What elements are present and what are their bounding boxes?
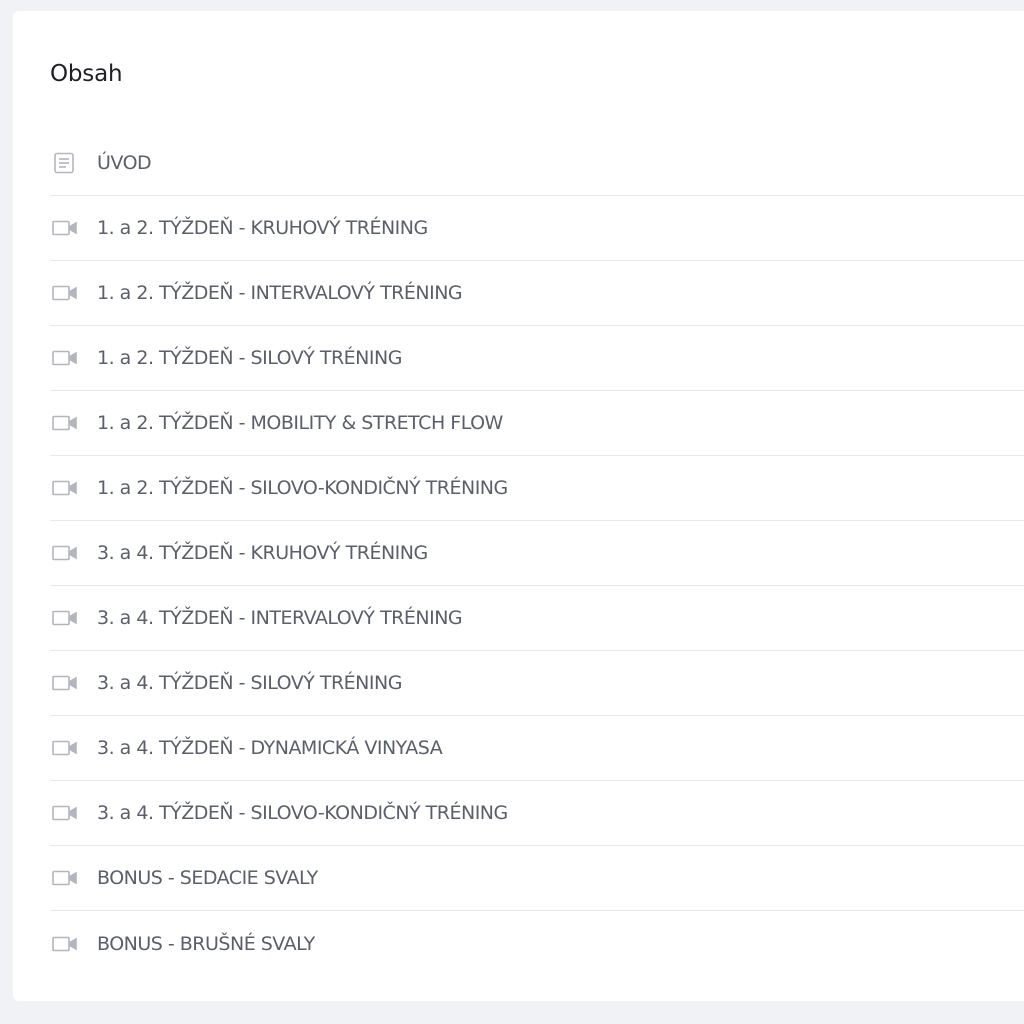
video-camera-icon [52,671,82,695]
video-camera-icon [52,736,82,760]
lesson-label: 1. a 2. TÝŽDEŇ - INTERVALOVÝ TRÉNING [97,282,463,304]
lesson-item[interactable]: 3. a 4. TÝŽDEŇ - SILOVO-KONDIČNÝ TRÉNING [50,781,1024,846]
lesson-item[interactable]: 1. a 2. TÝŽDEŇ - SILOVÝ TRÉNING [50,326,1024,391]
video-camera-icon [52,476,82,500]
video-camera-icon [52,541,82,565]
content-title: Obsah [50,61,123,87]
lesson-item[interactable]: 3. a 4. TÝŽDEŇ - SILOVÝ TRÉNING [50,651,1024,716]
lesson-item[interactable]: BONUS - BRUŠNÉ SVALY [50,911,1024,976]
lesson-item[interactable]: 3. a 4. TÝŽDEŇ - INTERVALOVÝ TRÉNING [50,586,1024,651]
lesson-item[interactable]: BONUS - SEDACIE SVALY [50,846,1024,911]
content-card: Obsah ÚVOD 1. a 2. TÝŽDEŇ - KRUHOVÝ TRÉN… [13,11,1024,1001]
video-camera-icon [52,606,82,630]
lesson-list: ÚVOD 1. a 2. TÝŽDEŇ - KRUHOVÝ TRÉNING 1.… [50,131,1024,976]
lesson-item[interactable]: 3. a 4. TÝŽDEŇ - DYNAMICKÁ VINYASA [50,716,1024,781]
document-icon [52,151,82,175]
lesson-label: 3. a 4. TÝŽDEŇ - DYNAMICKÁ VINYASA [97,737,443,759]
lesson-item[interactable]: 1. a 2. TÝŽDEŇ - INTERVALOVÝ TRÉNING [50,261,1024,326]
lesson-label: 1. a 2. TÝŽDEŇ - SILOVÝ TRÉNING [97,347,402,369]
lesson-label: 3. a 4. TÝŽDEŇ - INTERVALOVÝ TRÉNING [97,607,463,629]
video-camera-icon [52,281,82,305]
lesson-item[interactable]: 1. a 2. TÝŽDEŇ - KRUHOVÝ TRÉNING [50,196,1024,261]
lesson-label: BONUS - BRUŠNÉ SVALY [97,932,315,955]
lesson-label: 1. a 2. TÝŽDEŇ - KRUHOVÝ TRÉNING [97,217,428,239]
lesson-label: 3. a 4. TÝŽDEŇ - KRUHOVÝ TRÉNING [97,542,428,564]
video-camera-icon [52,801,82,825]
lesson-label: 1. a 2. TÝŽDEŇ - MOBILITY & STRETCH FLOW [97,412,503,434]
lesson-item[interactable]: 1. a 2. TÝŽDEŇ - SILOVO-KONDIČNÝ TRÉNING [50,456,1024,521]
video-camera-icon [52,932,82,956]
lesson-item[interactable]: 3. a 4. TÝŽDEŇ - KRUHOVÝ TRÉNING [50,521,1024,586]
lesson-label: 1. a 2. TÝŽDEŇ - SILOVO-KONDIČNÝ TRÉNING [97,477,508,499]
lesson-label: 3. a 4. TÝŽDEŇ - SILOVO-KONDIČNÝ TRÉNING [97,802,508,824]
video-camera-icon [52,411,82,435]
video-camera-icon [52,216,82,240]
video-camera-icon [52,346,82,370]
video-camera-icon [52,866,82,890]
lesson-label: 3. a 4. TÝŽDEŇ - SILOVÝ TRÉNING [97,672,402,694]
lesson-item[interactable]: 1. a 2. TÝŽDEŇ - MOBILITY & STRETCH FLOW [50,391,1024,456]
lesson-label: ÚVOD [97,152,152,174]
lesson-item[interactable]: ÚVOD [50,131,1024,196]
lesson-label: BONUS - SEDACIE SVALY [97,867,318,889]
